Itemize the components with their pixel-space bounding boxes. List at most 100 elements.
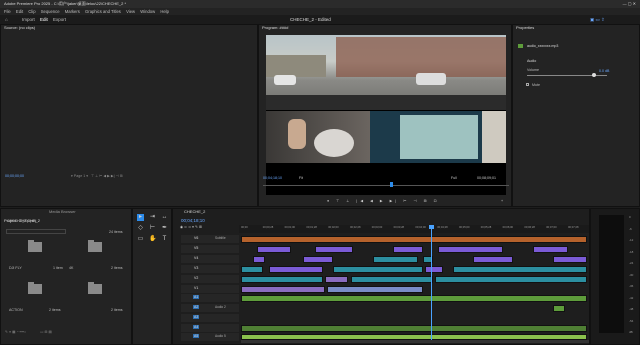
timeline-clip[interactable] — [241, 325, 587, 332]
timeline-clip[interactable] — [533, 246, 568, 253]
meter-scale-label: 0 — [629, 215, 631, 219]
timeline-clip[interactable] — [241, 295, 587, 302]
timeline-clip[interactable] — [325, 276, 348, 283]
timeline-clip[interactable] — [425, 266, 443, 273]
project-search-input[interactable] — [6, 229, 66, 234]
timeline-clip[interactable] — [253, 256, 265, 263]
timeline-clip[interactable] — [241, 286, 325, 293]
tab-import[interactable]: Import — [22, 15, 35, 24]
track-header-a1[interactable]: A1 — [181, 294, 239, 302]
bin-3[interactable] — [28, 282, 42, 294]
source-tab[interactable]: Source: (no clips) — [1, 25, 257, 31]
hand-tool-icon[interactable]: ▭ — [137, 236, 144, 243]
track-header-a4[interactable]: A4 — [181, 324, 239, 332]
timeline-clip[interactable] — [473, 256, 513, 263]
timeline-scrollbar[interactable] — [241, 340, 589, 343]
menu-clip[interactable]: Clip — [28, 9, 35, 14]
ruler-label: 00;00 — [241, 226, 248, 229]
ruler-label: 00;03;00 — [371, 226, 383, 229]
app-title: Adobe Premiere Pro 2025 - C:\用户\jaker\桌面… — [4, 1, 127, 6]
mute-label: Mute — [532, 83, 540, 87]
window-controls[interactable]: — ▢ ✕ — [623, 0, 636, 8]
track-name: V6 — [194, 236, 199, 240]
timeline-clip[interactable] — [553, 305, 565, 312]
timeline-clip[interactable] — [438, 246, 503, 253]
timeline-clip[interactable] — [393, 246, 423, 253]
menu-sequence[interactable]: Sequence — [41, 9, 60, 14]
ruler-label: 00;06;28 — [524, 226, 535, 229]
text-tool-icon[interactable]: T — [161, 236, 168, 243]
slip-tool-icon[interactable]: ⊢ — [149, 225, 156, 232]
quality-select[interactable]: Full — [451, 176, 457, 180]
menu-view[interactable]: View — [126, 9, 135, 14]
type-tool-icon[interactable]: ✋ — [149, 236, 156, 243]
mute-checkbox[interactable] — [526, 83, 529, 86]
track-header-a2[interactable]: A2 Audio 2 — [181, 304, 239, 312]
timeline-clip[interactable] — [553, 256, 587, 263]
razor-tool-icon[interactable]: ◇ — [137, 225, 144, 232]
timeline-clip[interactable] — [435, 276, 587, 283]
dashboard-screen — [370, 111, 482, 163]
track-header-v4[interactable]: V4 — [181, 255, 239, 263]
menu-window[interactable]: Window — [140, 9, 155, 14]
project-bottom-bar[interactable]: ✎ ≡ ▦ ◔ ━━○ ▭ ⊞ ▤ — [5, 330, 52, 334]
ruler-label: 00;05;00 — [459, 226, 470, 229]
selection-tool-icon[interactable]: ▸ — [137, 214, 144, 221]
timeline-clip[interactable] — [241, 266, 263, 273]
source-controls[interactable]: ▾ Page 1 ▾ ⊤ ⊥ ⊢ ◀ ▶ ▶| ⊣ ⊞ — [71, 174, 123, 178]
timeline-clip[interactable] — [315, 246, 353, 253]
menu-edit[interactable]: Edit — [16, 9, 23, 14]
timeline-clip[interactable] — [327, 286, 423, 293]
menu-markers[interactable]: Markers — [65, 9, 80, 14]
media-browser-tab[interactable]: Media Browser — [46, 209, 76, 215]
timeline-clip[interactable] — [269, 266, 323, 273]
volume-slider-handle[interactable] — [592, 73, 596, 77]
menu-help[interactable]: Help — [160, 9, 169, 14]
timeline-clip[interactable] — [453, 266, 587, 273]
bin-1[interactable] — [28, 240, 42, 252]
timeline-clip[interactable] — [241, 236, 587, 243]
timeline-playhead[interactable] — [431, 225, 432, 340]
track-header-a3[interactable]: A3 — [181, 314, 239, 322]
volume-value[interactable]: 0.0 dB — [599, 69, 609, 73]
timeline-clip[interactable] — [373, 256, 418, 263]
track-header-v2[interactable]: V2 — [181, 275, 239, 283]
timeline-tab[interactable]: CHECHE_2 — [181, 209, 589, 215]
meter-scale-label: -24 — [629, 261, 634, 265]
timeline-clip[interactable] — [333, 266, 423, 273]
tab-export[interactable]: Export — [53, 15, 66, 24]
track-header-v3[interactable]: V3 — [181, 265, 239, 273]
program-tab[interactable]: Program: #### — [259, 25, 511, 31]
bin-2[interactable] — [88, 240, 102, 252]
bin-4[interactable] — [88, 282, 102, 294]
timeline-clip[interactable] — [351, 276, 433, 283]
timeline-clip[interactable] — [303, 256, 333, 263]
workspace-icons[interactable]: ▣ ▭ ⇪ — [590, 15, 605, 24]
timeline-clip[interactable] — [257, 246, 291, 253]
track-header-a5[interactable]: A5 Audio 5 — [181, 333, 239, 341]
timeline-toolbar[interactable]: ◉ ⊂ ⊃ ▾ ✎ ⊞ — [180, 225, 202, 229]
properties-tab[interactable]: Properties — [513, 25, 639, 31]
program-scrubber[interactable] — [263, 185, 509, 186]
meter-scale-label: -48 — [629, 307, 634, 311]
track-header-v1[interactable]: V1 — [181, 285, 239, 293]
program-playhead[interactable] — [390, 182, 393, 187]
track-name: V3 — [194, 266, 199, 270]
menu-graphics[interactable]: Graphics and Titles — [85, 9, 121, 14]
clip-audio-icon — [518, 44, 523, 48]
menu-file[interactable]: File — [4, 9, 11, 14]
track-select-icon[interactable]: ⇥ — [149, 214, 156, 221]
home-icon[interactable]: ⌂ — [5, 15, 8, 24]
clip-name: audio_xxxxxxx.mp3 — [527, 44, 559, 48]
timeline-clip[interactable] — [241, 276, 323, 283]
pen-tool-icon[interactable]: ✒ — [161, 225, 168, 232]
track-header-v5[interactable]: V5 — [181, 245, 239, 253]
track-header-v6[interactable]: V6 Subtitle — [181, 235, 239, 243]
transport-controls[interactable]: ● ⊤ ⊥ |◀ ◀ ▶ ▶| ⊢ ⊣ ⊞ ⊡ — [327, 199, 440, 203]
properties-panel: Properties audio_xxxxxxx.mp3 Audio Volum… — [512, 24, 640, 207]
fit-select[interactable]: Fit — [299, 176, 303, 180]
add-button-icon[interactable]: + — [501, 199, 503, 203]
ruler-label: 00;07;00 — [546, 226, 557, 229]
playhead-handle[interactable] — [429, 225, 434, 229]
ripple-edit-icon[interactable]: ↔ — [161, 214, 168, 221]
